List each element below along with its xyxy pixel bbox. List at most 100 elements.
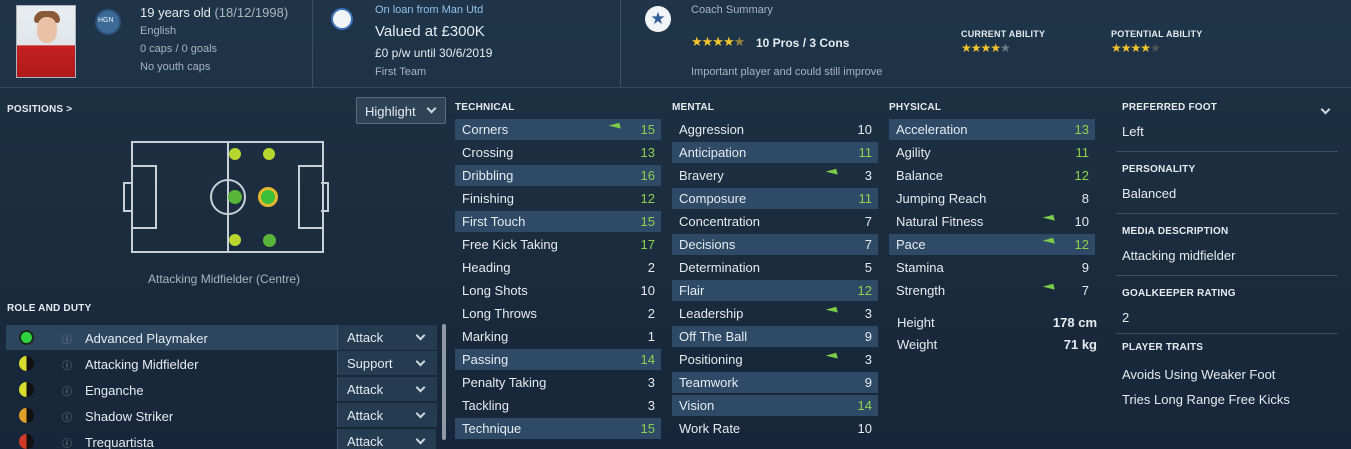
attribute-row[interactable]: Jumping Reach 8	[889, 188, 1095, 209]
role-row[interactable]: ⓘ Enganche Attack	[6, 377, 437, 402]
attribute-row[interactable]: Bravery 3	[672, 165, 878, 186]
attribute-row[interactable]: Anticipation 11	[672, 142, 878, 163]
role-row[interactable]: ⓘ Advanced Playmaker Attack	[6, 325, 437, 350]
media-description-value: Attacking midfielder	[1122, 248, 1236, 263]
attribute-row[interactable]: Balance 12	[889, 165, 1095, 186]
info-icon[interactable]: ⓘ	[62, 435, 72, 449]
squad-status: First Team	[375, 66, 427, 78]
duty-dropdown[interactable]: Support	[337, 351, 437, 375]
roles-scrollbar[interactable]	[442, 324, 446, 440]
attribute-row[interactable]: Determination 5	[672, 257, 878, 278]
attribute-row[interactable]: Long Throws 2	[455, 303, 661, 324]
club-crest-icon[interactable]	[331, 8, 353, 30]
divider	[1116, 333, 1338, 334]
current-ability-label: CURRENT ABILITY	[961, 29, 1046, 39]
attribute-row[interactable]: Strength 7	[889, 280, 1095, 301]
attribute-row[interactable]: Composure 11	[672, 188, 878, 209]
player-header: HGN 19 years old (18/12/1998) English 0 …	[0, 0, 1351, 88]
role-suitability-icon	[19, 434, 34, 449]
attribute-row[interactable]: Pace 12	[889, 234, 1095, 255]
position-dot-mr	[263, 148, 275, 160]
attribute-row[interactable]: Concentration 7	[672, 211, 878, 232]
attribute-row[interactable]: Free Kick Taking 17	[455, 234, 661, 255]
attribute-row[interactable]: Flair 12	[672, 280, 878, 301]
attribute-value: 7	[1081, 283, 1089, 298]
attribute-row[interactable]: Marking 1	[455, 326, 661, 347]
attribute-value: 7	[864, 214, 872, 229]
player-trait[interactable]: Tries Long Range Free Kicks	[1122, 392, 1290, 407]
attribute-row[interactable]: Leadership 3	[672, 303, 878, 324]
attribute-row[interactable]: Aggression 10	[672, 119, 878, 140]
role-and-duty-title: ROLE AND DUTY	[7, 303, 92, 314]
positions-title[interactable]: POSITIONS >	[7, 104, 72, 115]
preferred-foot-value: Left	[1122, 124, 1144, 139]
attribute-name: Determination	[679, 260, 760, 275]
attribute-value: 1	[647, 329, 655, 344]
attribute-row[interactable]: Penalty Taking 3	[455, 372, 661, 393]
attribute-row[interactable]: Tackling 3	[455, 395, 661, 416]
attribute-row[interactable]: Off The Ball 9	[672, 326, 878, 347]
attribute-value: 10	[857, 122, 872, 137]
player-caps: 0 caps / 0 goals	[140, 43, 218, 55]
attribute-row[interactable]: Positioning 3	[672, 349, 878, 370]
coach-pros-cons[interactable]: 10 Pros / 3 Cons	[756, 36, 849, 50]
attribute-row[interactable]: Long Shots 10	[455, 280, 661, 301]
duty-dropdown[interactable]: Attack	[337, 325, 437, 350]
attribute-name: Crossing	[462, 145, 514, 160]
attribute-row[interactable]: Vision 14	[672, 395, 878, 416]
attribute-name: Long Shots	[462, 283, 528, 298]
attribute-value: 11	[858, 191, 873, 206]
attribute-name: Finishing	[462, 191, 515, 206]
attribute-row[interactable]: Decisions 7	[672, 234, 878, 255]
info-icon[interactable]: ⓘ	[62, 383, 72, 398]
loan-status[interactable]: On loan from Man Utd	[375, 4, 483, 16]
duty-dropdown[interactable]: Attack	[337, 377, 437, 401]
attribute-name: Pace	[896, 237, 926, 252]
attribute-row[interactable]: Stamina 9	[889, 257, 1095, 278]
attribute-value: 9	[1081, 260, 1089, 275]
attribute-value: 2	[647, 260, 655, 275]
attribute-row[interactable]: First Touch 15	[455, 211, 661, 232]
attribute-name: Acceleration	[896, 122, 968, 137]
attribute-name: Decisions	[679, 237, 736, 252]
attribute-row[interactable]: Dribbling 16	[455, 165, 661, 186]
attribute-name: First Touch	[462, 214, 526, 229]
player-trait[interactable]: Avoids Using Weaker Foot	[1122, 367, 1275, 382]
attribute-row[interactable]: Technique 15	[455, 418, 661, 439]
player-nationality[interactable]: English	[140, 25, 176, 37]
role-suitability-icon	[19, 330, 34, 345]
trend-arrow-icon	[1042, 214, 1057, 230]
info-icon[interactable]: ⓘ	[62, 357, 72, 372]
attribute-row[interactable]: Work Rate 10	[672, 418, 878, 439]
attribute-value: 3	[647, 375, 655, 390]
role-row[interactable]: ⓘ Attacking Midfielder Support	[6, 351, 437, 376]
duty-dropdown[interactable]: Attack	[337, 403, 437, 427]
player-dob: (18/12/1998)	[214, 5, 289, 20]
attribute-row[interactable]: Agility 11	[889, 142, 1095, 163]
attribute-row[interactable]: Teamwork 9	[672, 372, 878, 393]
attribute-name: Aggression	[679, 122, 745, 137]
highlight-dropdown[interactable]: Highlight	[356, 97, 446, 124]
position-dot-amc	[258, 187, 278, 207]
attribute-value: 3	[864, 352, 872, 367]
role-row[interactable]: ⓘ Trequartista Attack	[6, 429, 436, 449]
attribute-row[interactable]: Natural Fitness 10	[889, 211, 1095, 232]
attribute-value: 7	[864, 237, 872, 252]
attribute-value: 13	[640, 145, 655, 160]
technical-title: TECHNICAL	[455, 102, 515, 113]
info-icon[interactable]: ⓘ	[62, 409, 72, 424]
attribute-row[interactable]: Crossing 13	[455, 142, 661, 163]
attribute-row[interactable]: Heading 2	[455, 257, 661, 278]
role-row[interactable]: ⓘ Shadow Striker Attack	[6, 403, 437, 428]
attribute-row[interactable]: Acceleration 13	[889, 119, 1095, 140]
duty-label: Attack	[347, 382, 384, 397]
duty-label: Attack	[347, 330, 384, 345]
attribute-value: 15	[640, 214, 655, 229]
attribute-row[interactable]: Corners 15	[455, 119, 661, 140]
attribute-row[interactable]: Passing 14	[455, 349, 661, 370]
info-icon[interactable]: ⓘ	[62, 331, 72, 346]
role-name: Shadow Striker	[85, 409, 174, 424]
attribute-value: 11	[1075, 145, 1090, 160]
duty-dropdown[interactable]: Attack	[337, 429, 436, 449]
attribute-row[interactable]: Finishing 12	[455, 188, 661, 209]
